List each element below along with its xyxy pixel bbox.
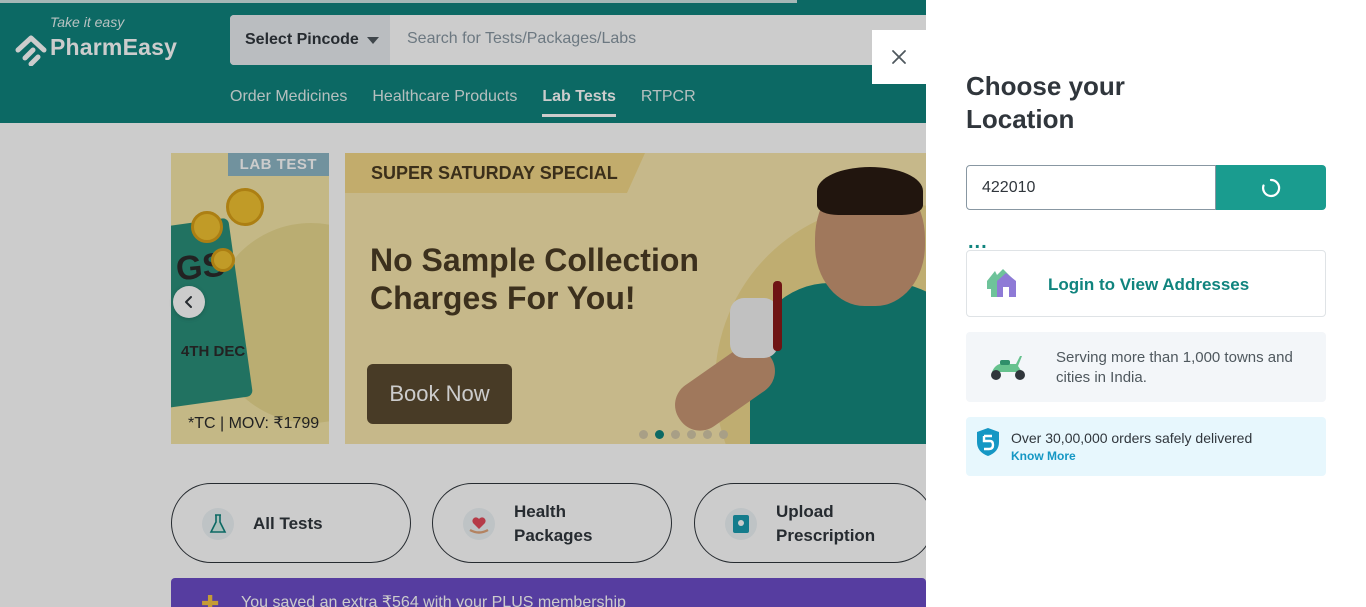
know-more-link[interactable]: Know More [1011, 449, 1076, 463]
login-addresses-card[interactable]: Login to View Addresses [966, 250, 1326, 317]
house-icon [987, 269, 1016, 297]
login-addresses-link[interactable]: Login to View Addresses [1048, 275, 1249, 295]
modal-backdrop[interactable] [0, 0, 926, 607]
scooter-icon [991, 356, 1025, 380]
close-drawer-button[interactable] [872, 30, 926, 84]
pincode-input[interactable]: 422010 [966, 165, 1216, 210]
orders-info-card: Over 30,00,000 orders safely delivered K… [966, 417, 1326, 476]
orders-info-text: Over 30,00,000 orders safely delivered [1011, 430, 1253, 446]
serving-info-card: Serving more than 1,000 towns and cities… [966, 332, 1326, 402]
close-icon [892, 50, 906, 64]
serving-info-text: Serving more than 1,000 towns and cities… [1056, 349, 1293, 386]
location-drawer: Choose your Location 422010 ... Login to… [926, 0, 1366, 607]
shield-5-icon [977, 428, 999, 456]
pincode-submit-button[interactable] [1216, 165, 1326, 210]
drawer-title: Choose your Location [966, 71, 1125, 134]
spinner-icon [1262, 178, 1281, 197]
